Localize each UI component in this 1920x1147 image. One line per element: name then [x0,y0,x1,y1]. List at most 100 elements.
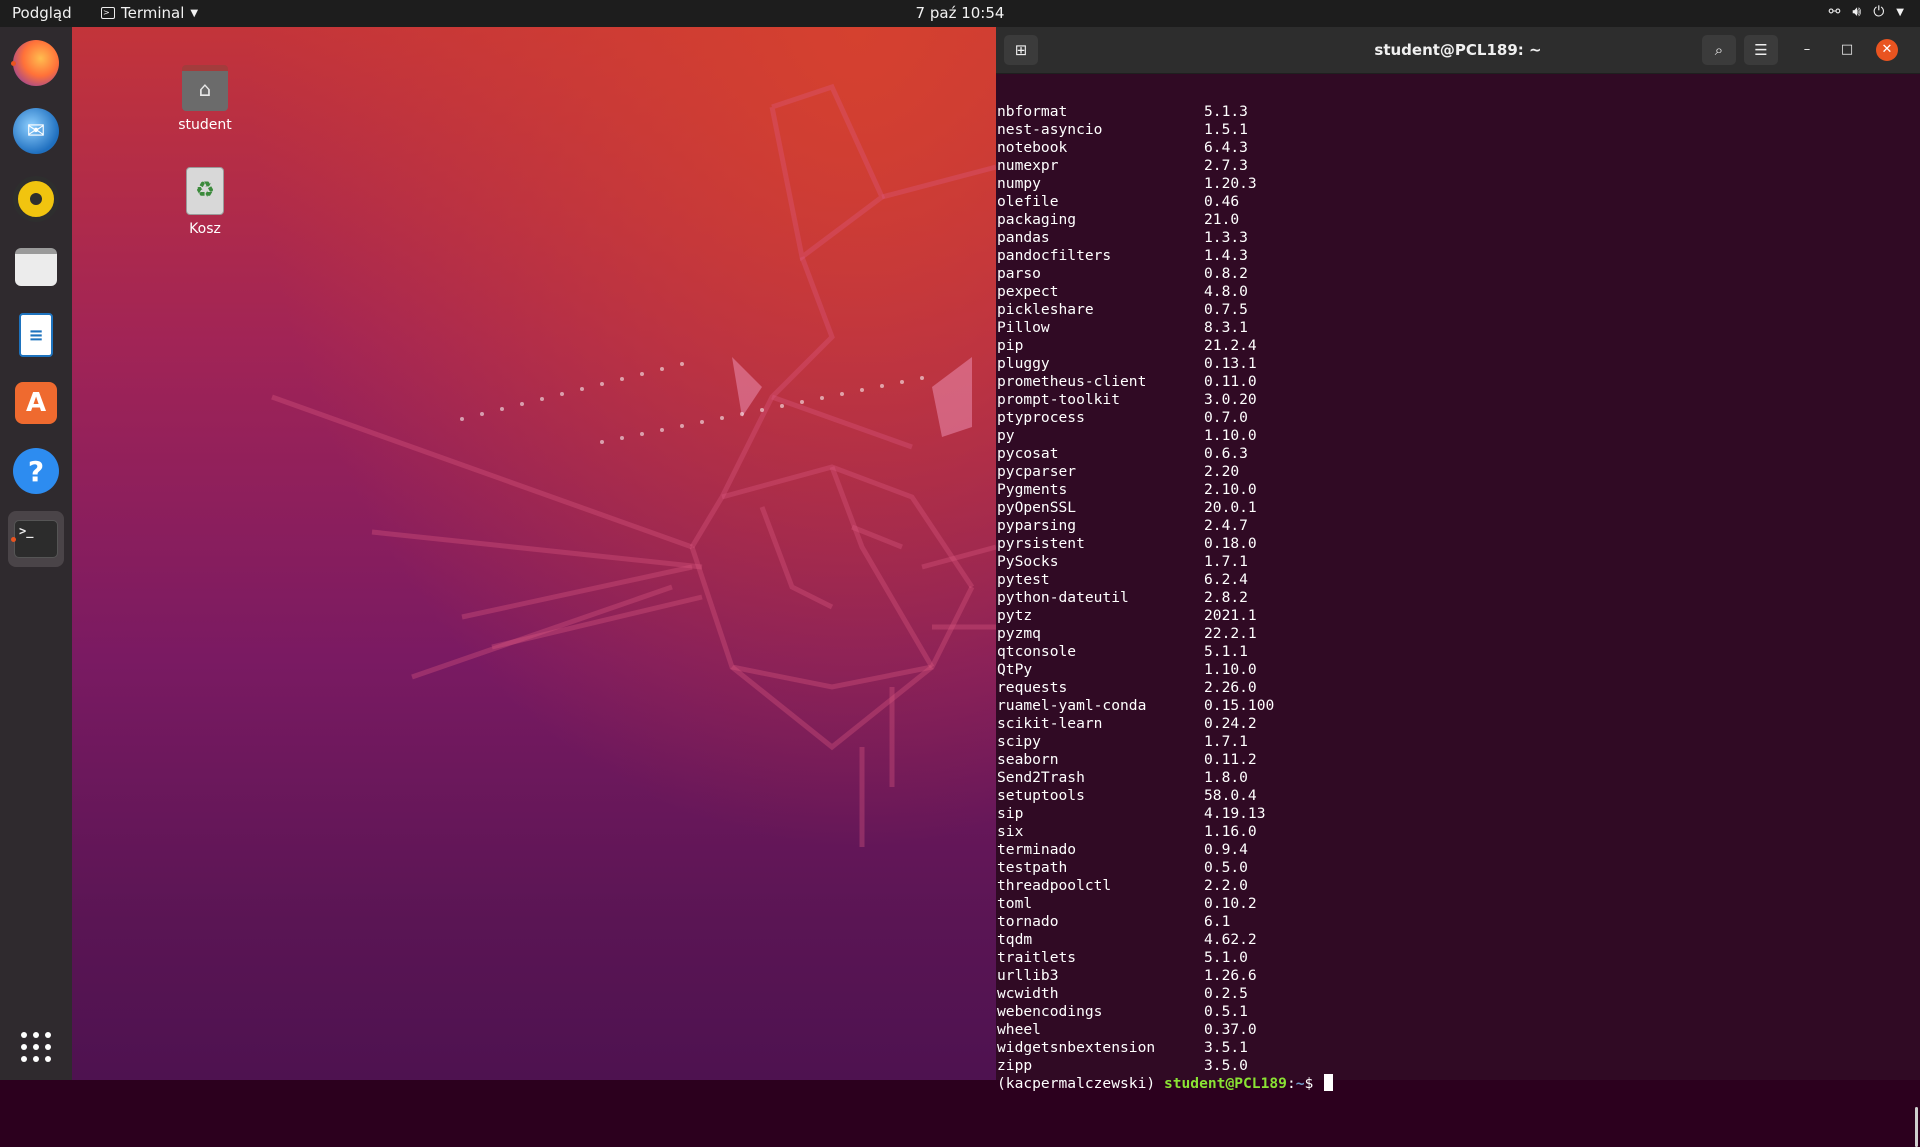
desktop-icon-label: Kosz [189,221,221,237]
package-row: PySocks 1.7.1 [997,553,1274,571]
package-name: pandocfilters [997,247,1112,264]
package-row: prometheus-client 0.11.0 [997,373,1274,391]
minimize-button[interactable]: – [1796,39,1818,61]
package-row: prompt-toolkit 3.0.20 [997,391,1274,409]
package-version: 6.1 [1204,913,1231,930]
dock-software[interactable] [8,375,64,431]
package-row: nbformat 5.1.3 [997,103,1274,121]
system-tray[interactable]: ⚯ 🔊︎ ⏻ ▼ [1829,4,1904,20]
package-row: pyrsistent 0.18.0 [997,535,1274,553]
package-row: Pillow 8.3.1 [997,319,1274,337]
maximize-button[interactable]: □ [1836,39,1858,61]
package-name: pyzmq [997,625,1041,642]
terminal-window[interactable]: ⊞ student@PCL189: ~ ⌕ ☰ – □ ✕ nbformat 5.… [996,27,1920,1147]
terminal-headerbar[interactable]: ⊞ student@PCL189: ~ ⌕ ☰ – □ ✕ [996,27,1920,74]
package-name: numpy [997,175,1041,192]
package-row: setuptools 58.0.4 [997,787,1274,805]
package-row: six 1.16.0 [997,823,1274,841]
dock-firefox[interactable] [8,35,64,91]
new-tab-button[interactable]: ⊞ [1004,35,1038,65]
package-version: 0.18.0 [1204,535,1257,552]
package-name: pyOpenSSL [997,499,1077,516]
dock-writer[interactable] [8,307,64,363]
package-version: 0.5.1 [1204,1003,1248,1020]
package-name: threadpoolctl [997,877,1112,894]
volume-icon: 🔊︎ [1852,4,1862,20]
writer-icon [19,313,53,357]
package-row: requests 2.26.0 [997,679,1274,697]
package-name: scikit-learn [997,715,1103,732]
package-row: pickleshare 0.7.5 [997,301,1274,319]
package-row: QtPy 1.10.0 [997,661,1274,679]
package-name: QtPy [997,661,1033,678]
package-version: 0.7.0 [1204,409,1248,426]
package-name: sip [997,805,1024,822]
package-list: nbformat 5.1.3 nest-asyncio 1.5.1 notebook 6.… [997,103,1274,1075]
chevron-down-icon: ▼ [190,7,199,19]
package-row: pip 21.2.4 [997,337,1274,355]
dock-files[interactable] [8,239,64,295]
package-row: olefile 0.46 [997,193,1274,211]
terminal-output[interactable]: nbformat 5.1.3 nest-asyncio 1.5.1 notebook 6.… [996,74,1920,1147]
activities-button[interactable]: Podgląd [12,4,72,22]
package-version: 0.7.5 [1204,301,1248,318]
desktop: student ♻ Kosz [72,27,996,1080]
conda-env-label: (kacpermalczewski) [997,1075,1164,1092]
prompt-user-host: student@PCL189 [1163,1075,1287,1092]
clock[interactable]: 7 paź 10:54 [916,4,1005,22]
grid-dot [33,1044,39,1050]
grid-dot [45,1032,51,1038]
home-folder-icon [182,65,228,111]
search-button[interactable]: ⌕ [1702,35,1736,65]
app-menu[interactable]: > Terminal ▼ [101,4,198,22]
package-row: zipp 3.5.0 [997,1057,1274,1075]
package-version: 5.1.0 [1204,949,1248,966]
package-version: 3.5.0 [1204,1057,1248,1074]
desktop-icon-trash[interactable]: ♻ Kosz [160,167,250,237]
package-row: urllib3 1.26.6 [997,967,1274,985]
close-button[interactable]: ✕ [1876,39,1898,61]
package-version: 5.1.1 [1204,643,1248,660]
package-version: 1.4.3 [1204,247,1248,264]
desktop-icon-label: student [178,117,232,133]
package-version: 0.8.2 [1204,265,1248,282]
thunderbird-icon [13,108,59,154]
prompt-line[interactable]: (kacpermalczewski) student@PCL189:~$ [997,1074,1334,1092]
package-row: seaborn 0.11.2 [997,751,1274,769]
package-version: 0.5.0 [1204,859,1248,876]
dock-terminal[interactable] [8,511,64,567]
package-name: urllib3 [997,967,1059,984]
package-version: 0.24.2 [1204,715,1257,732]
dock-thunderbird[interactable] [8,103,64,159]
package-version: 1.20.3 [1204,175,1257,192]
package-row: terminado 0.9.4 [997,841,1274,859]
package-name: toml [997,895,1033,912]
package-name: pytest [997,571,1050,588]
package-version: 8.3.1 [1204,319,1248,336]
package-name: numexpr [997,157,1059,174]
package-version: 6.4.3 [1204,139,1248,156]
close-icon: ✕ [1881,42,1893,57]
package-version: 2021.1 [1204,607,1257,624]
package-name: py [997,427,1015,444]
package-version: 20.0.1 [1204,499,1257,516]
scrollbar[interactable] [1915,1107,1918,1147]
package-row: pyparsing 2.4.7 [997,517,1274,535]
show-applications-button[interactable] [18,1029,54,1065]
package-row: notebook 6.4.3 [997,139,1274,157]
package-name: pexpect [997,283,1059,300]
desktop-icon-home[interactable]: student [160,65,250,133]
package-version: 0.6.3 [1204,445,1248,462]
dock [0,27,72,1080]
package-row: pycparser 2.20 [997,463,1274,481]
package-name: Pillow [997,319,1050,336]
package-row: pluggy 0.13.1 [997,355,1274,373]
dock-help[interactable] [8,443,64,499]
package-row: ruamel-yaml-conda 0.15.100 [997,697,1274,715]
package-name: terminado [997,841,1077,858]
package-name: Send2Trash [997,769,1085,786]
dock-rhythmbox[interactable] [8,171,64,227]
package-version: 3.5.1 [1204,1039,1248,1056]
package-version: 1.7.1 [1204,733,1248,750]
menu-button[interactable]: ☰ [1744,35,1778,65]
